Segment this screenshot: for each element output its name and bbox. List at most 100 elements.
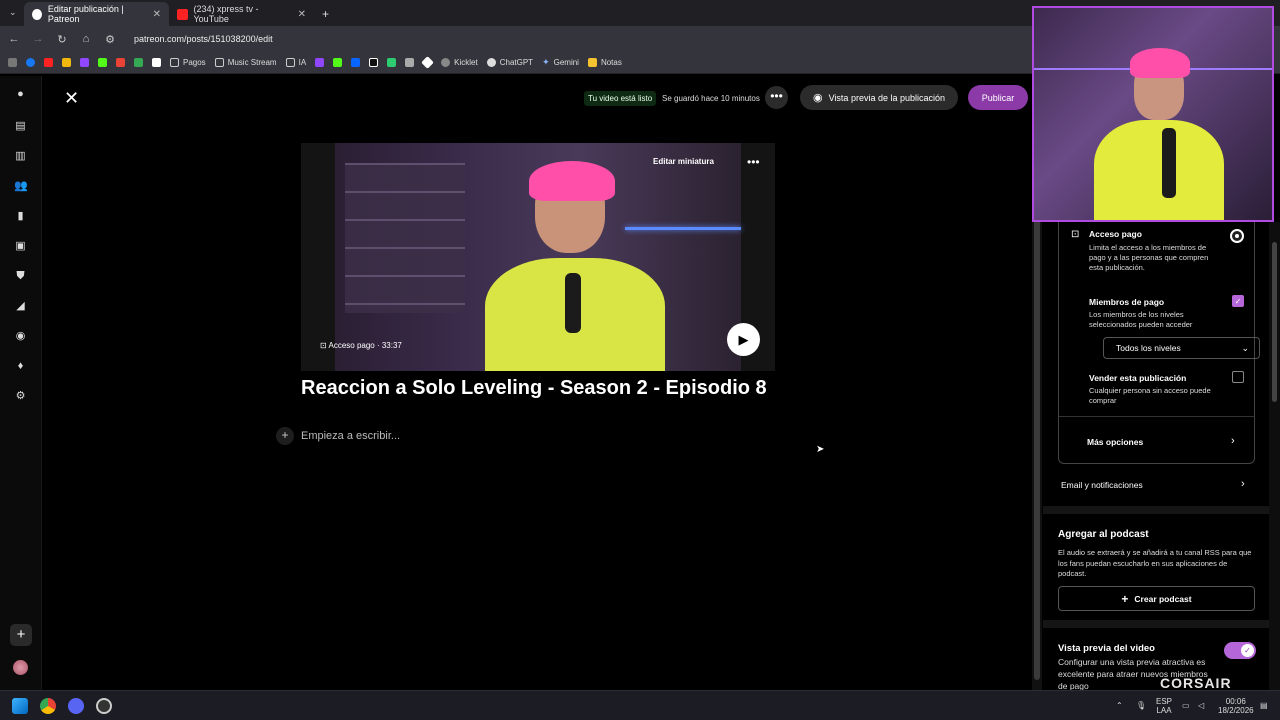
video-menu-icon[interactable]: ••• [747,155,760,169]
settings-icon[interactable]: ⚙ [14,390,27,403]
create-button[interactable]: + [10,624,32,646]
bookmark-music-stream[interactable]: Music Stream [214,58,277,67]
back-icon[interactable]: ← [8,33,20,45]
network-icon[interactable]: ▭ [1182,701,1190,710]
bookmark-ia[interactable]: IA [285,58,307,67]
patreon-logo-icon[interactable]: ● [14,88,27,101]
chats-icon[interactable]: ◉ [14,330,27,343]
close-tab-icon[interactable]: ✕ [153,9,161,20]
post-body-input[interactable]: Empieza a escribir... [301,430,400,442]
bookmark-pagos[interactable]: Pagos [170,58,206,67]
chrome-icon[interactable] [40,698,56,714]
tray-chevron-icon[interactable]: ⌃ [1116,701,1123,710]
link-icon[interactable] [405,58,415,67]
more-options-button[interactable]: ••• [765,86,788,109]
add-block-button[interactable]: + [276,427,294,445]
kick-icon[interactable] [98,58,107,67]
reload-icon[interactable]: ↻ [56,33,68,46]
site-settings-icon[interactable]: ⚙ [104,33,116,46]
shelf-decoration [345,163,465,313]
language-indicator[interactable]: ESP LAA [1156,697,1172,715]
posts-icon[interactable]: ▥ [14,150,27,163]
scrollbar-thumb[interactable] [1272,242,1277,402]
podcast-title: Agregar al podcast [1058,529,1149,540]
bookmark-chatgpt[interactable]: ChatGPT [486,58,533,67]
notes-icon [587,58,597,67]
ellipsis-icon: ••• [770,89,783,103]
sell-post-title: Vender esta publicación [1089,373,1187,383]
url-field[interactable]: patreon.com/posts/151038200/edit [134,34,273,44]
bookmark-gemini[interactable]: ✦ Gemini [542,57,579,68]
tiktok-icon[interactable] [369,58,379,67]
save-status: Se guardó hace 10 minutos [662,94,760,103]
gmail-icon[interactable] [116,58,125,67]
post-title[interactable]: Reaccion a Solo Leveling - Season 2 - Ep… [301,377,767,400]
meta-icon[interactable] [351,58,361,67]
audience-icon[interactable]: 👥 [14,180,28,193]
promotions-icon[interactable]: ◢ [14,300,27,313]
paid-members-checkbox[interactable]: ✓ [1232,295,1244,307]
volume-icon[interactable]: ◁ [1198,701,1204,710]
paid-members-title: Miembros de pago [1089,297,1165,307]
bookmark-label: Gemini [553,58,579,67]
publish-button[interactable]: Publicar [968,85,1028,110]
microphone-tray-icon[interactable]: 🎙 [1136,701,1146,710]
paid-access-title: Acceso pago [1089,229,1142,239]
chevron-down-icon: ⌄ [1241,343,1249,353]
clock[interactable]: 00:06 18/2/2026 [1218,697,1254,715]
kick-icon[interactable] [333,58,343,67]
notifications-icon[interactable]: ♦ [14,360,27,373]
video-preview-toggle[interactable] [1224,642,1256,659]
binance-icon[interactable] [62,58,71,67]
notifications-tray-icon[interactable]: ▤ [1260,701,1268,710]
avatar[interactable] [13,660,28,675]
twitch-icon[interactable] [315,58,325,67]
twitch-icon[interactable] [80,58,89,67]
forward-icon[interactable]: → [32,33,44,45]
close-icon[interactable]: ✕ [64,88,79,109]
paid-access-radio[interactable] [1230,229,1244,243]
tab-patreon[interactable]: Editar publicación | Patreon ✕ [24,2,169,26]
close-tab-icon[interactable]: ✕ [298,9,306,20]
drive-icon[interactable] [134,58,143,67]
bookmark-label: IA [298,58,307,67]
discord-icon[interactable] [68,698,84,714]
taskbar: ⌃ 🎙 ESP LAA ▭ ◁ 00:06 18/2/2026 ▤ [0,690,1280,720]
email-notifications-link[interactable]: Email y notificaciones [1061,480,1143,490]
tiers-select[interactable]: Todos los niveles ⌄ [1103,337,1260,359]
new-tab-button[interactable]: + [314,2,337,26]
video-player[interactable]: Editar miniatura ••• ⊡ Acceso pago · 33:… [301,143,775,371]
settings-scrollbar[interactable] [1269,222,1280,690]
shield-icon[interactable]: ⛊ [14,270,27,283]
bookmark-notas[interactable]: Notas [587,58,622,67]
tab-youtube[interactable]: (234) xpress tv - YouTube ✕ [169,2,314,26]
chart-icon[interactable] [387,58,397,67]
diamond-icon[interactable] [421,56,435,69]
kicklet-icon [441,58,451,67]
tiers-select-value: Todos los niveles [1116,343,1181,353]
paid-access-desc: Limita el acceso a los miembros de pago … [1089,243,1209,272]
preview-label: Vista previa de la publicación [828,92,946,103]
more-options-link[interactable]: Más opciones [1087,437,1143,447]
insights-icon[interactable]: ▮ [14,210,27,223]
patreon-icon[interactable] [152,58,161,67]
create-podcast-button[interactable]: + Crear podcast [1058,586,1255,611]
windows-start-icon[interactable] [12,698,28,714]
edit-thumbnail-button[interactable]: Editar miniatura [653,157,714,166]
apps-icon[interactable] [8,58,17,67]
payouts-icon[interactable]: ▣ [14,240,27,253]
sell-post-checkbox[interactable] [1232,371,1244,383]
youtube-icon[interactable] [44,58,53,67]
library-icon[interactable]: ▤ [14,120,27,133]
preview-button[interactable]: ◉ Vista previa de la publicación [800,85,958,110]
obs-icon[interactable] [96,698,112,714]
video-preview-title: Vista previa del video [1058,643,1155,654]
tab-list-chevron-icon[interactable]: ⌄ [9,7,17,18]
home-icon[interactable]: ⌂ [80,33,92,45]
play-button[interactable]: ▶ [727,323,760,356]
facebook-icon[interactable] [26,58,35,67]
section-separator [1043,620,1269,628]
lang-top: ESP [1156,697,1173,706]
creator-sidebar: ● ▤ ▥ 👥 ▮ ▣ ⛊ ◢ ◉ ♦ ⚙ + [0,76,42,690]
bookmark-kicklet[interactable]: Kicklet [441,58,478,67]
